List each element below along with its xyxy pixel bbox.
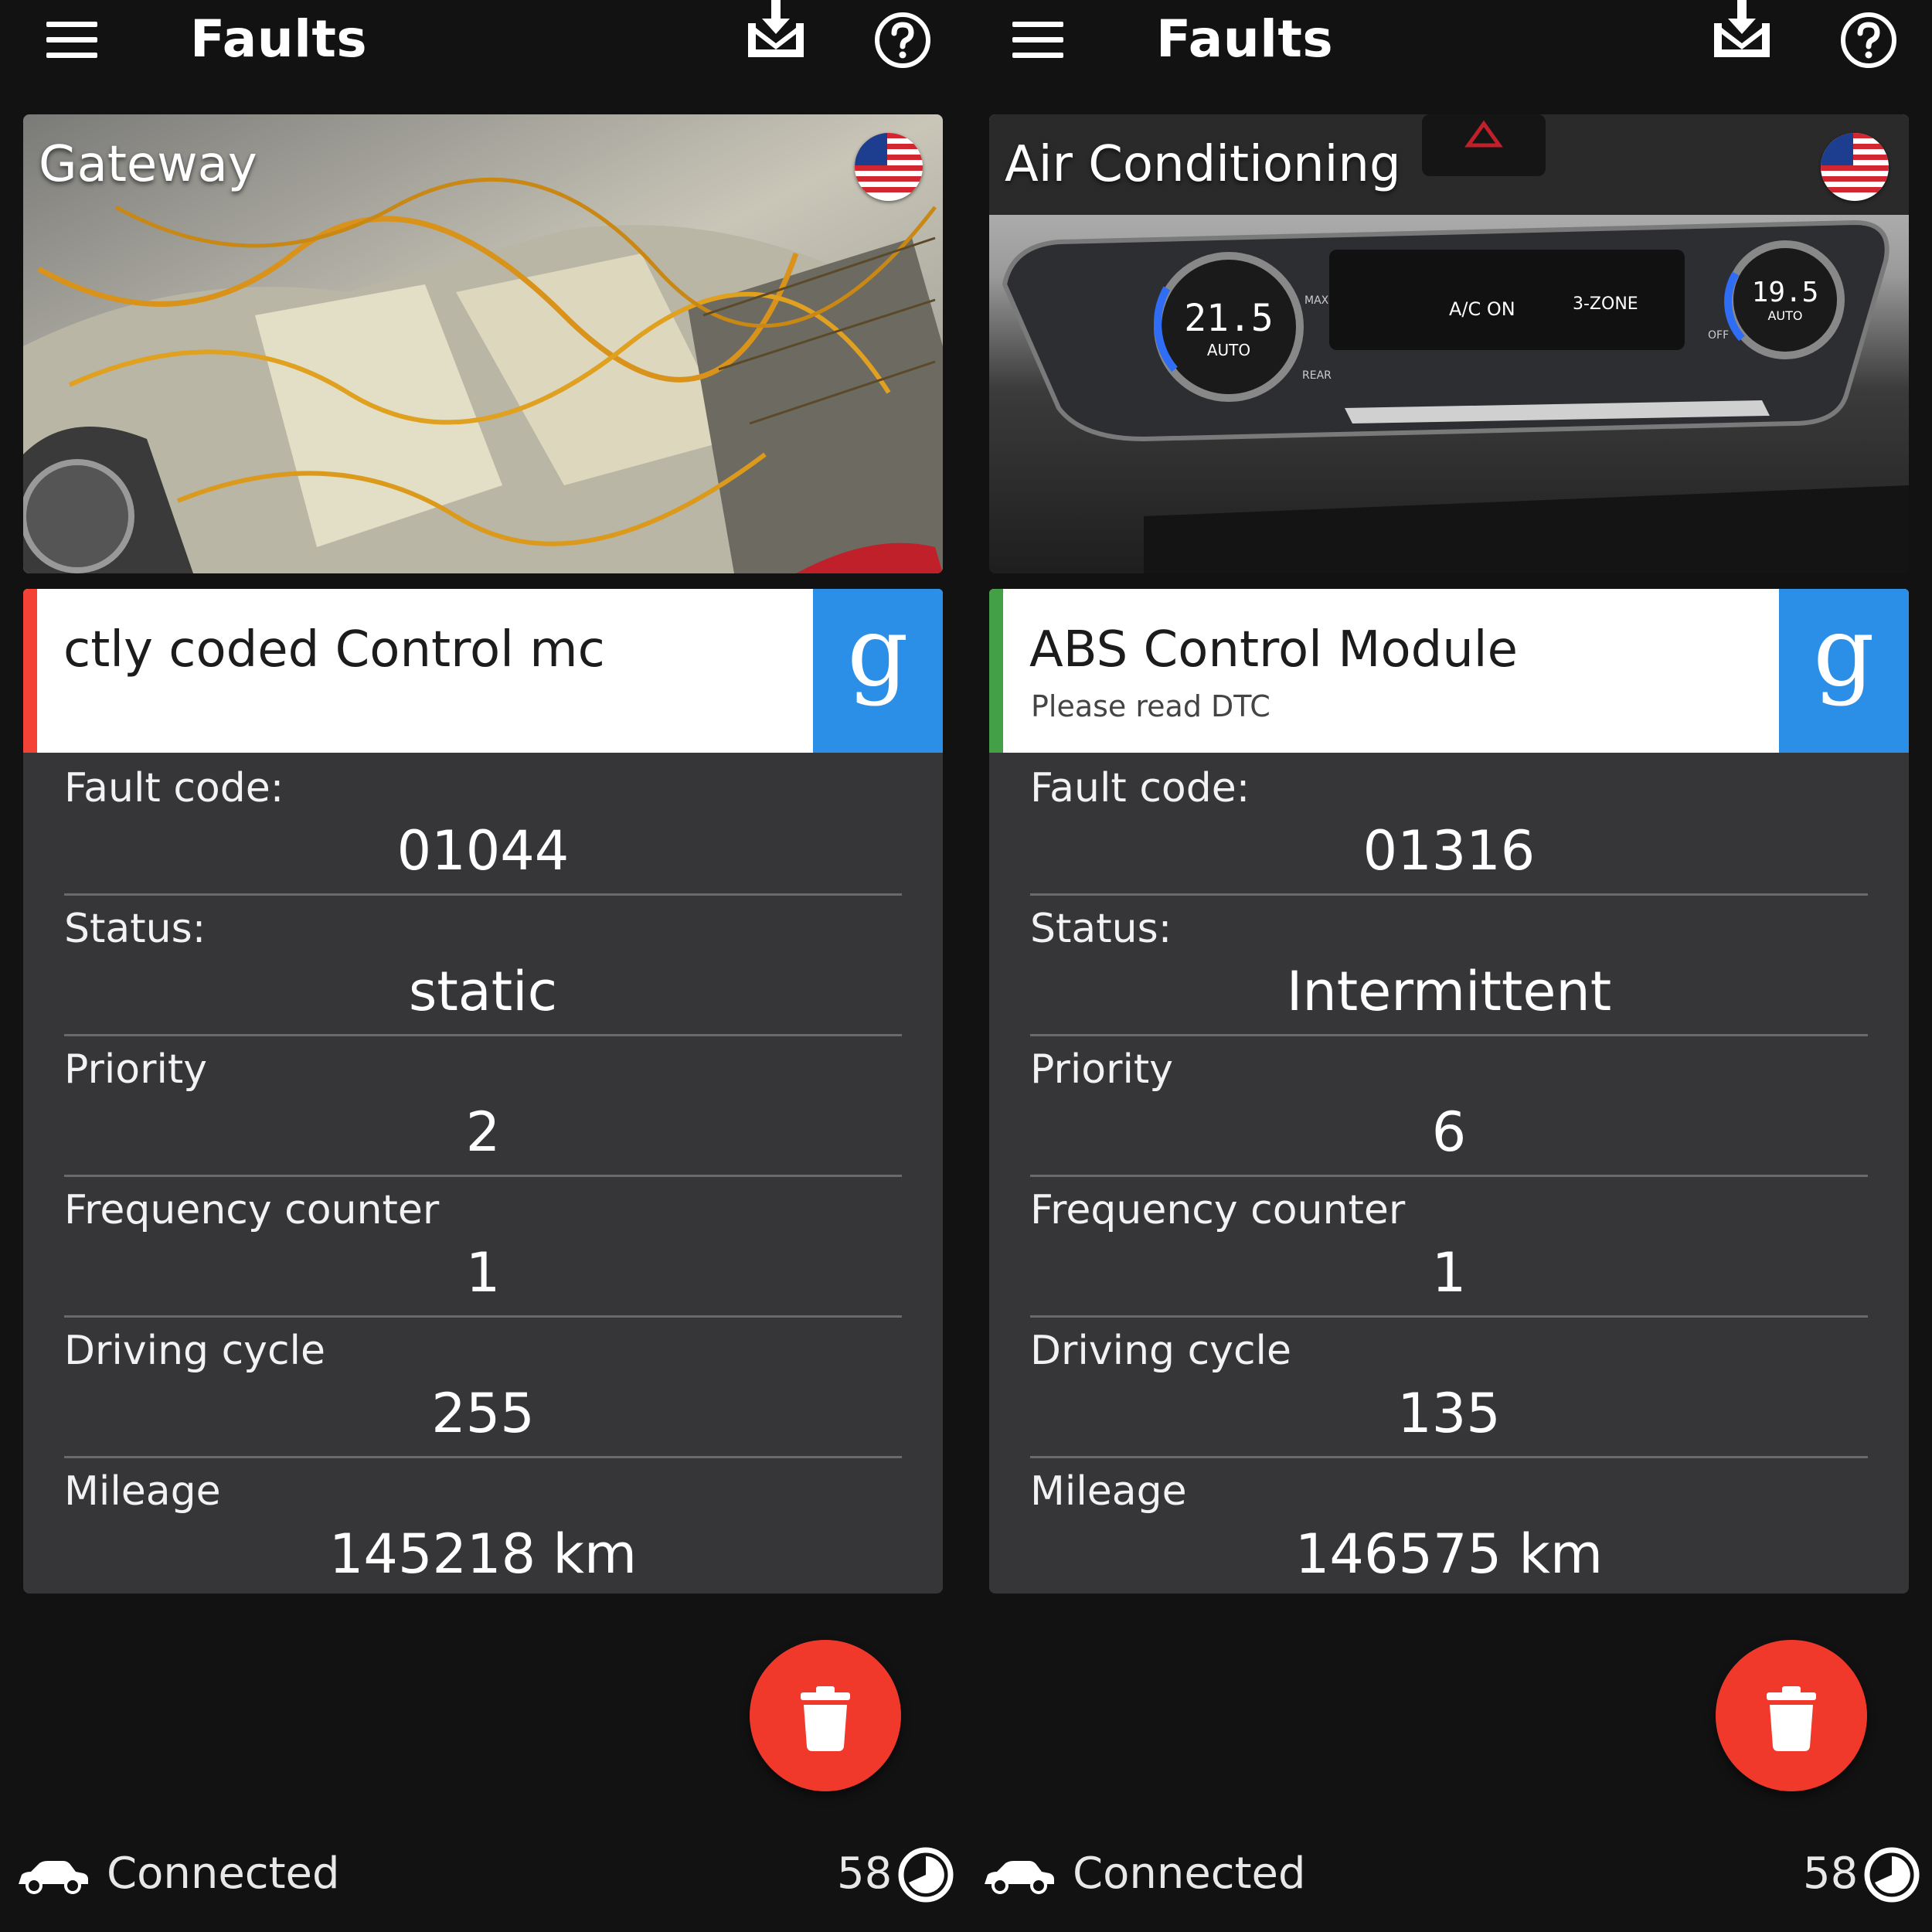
module-title: Gateway	[39, 136, 257, 193]
left-mode-display: AUTO	[1207, 341, 1250, 359]
menu-icon[interactable]	[1012, 22, 1063, 58]
field-value: 135	[1397, 1382, 1501, 1445]
field-label: Status:	[64, 906, 206, 952]
frequency-counter-row: Frequency counter 1	[64, 1175, 902, 1318]
off-label: OFF	[1708, 329, 1729, 342]
priority-row: Priority 2	[64, 1034, 902, 1177]
module-image[interactable]: Gateway	[23, 114, 943, 573]
field-label: Driving cycle	[1030, 1328, 1291, 1374]
field-value: 2	[465, 1100, 501, 1164]
module-title: Air Conditioning	[1005, 136, 1401, 193]
mail-download-icon[interactable]	[743, 0, 808, 62]
field-label: Mileage	[1030, 1468, 1187, 1515]
rear-label: REAR	[1302, 369, 1332, 382]
field-label: Priority	[1030, 1046, 1174, 1093]
connection-label: Connected	[107, 1849, 340, 1899]
app-bar: Faults	[0, 0, 966, 85]
field-value: static	[408, 960, 558, 1023]
fault-code-row: Fault code: 01316	[1030, 753, 1868, 896]
field-value: Intermittent	[1286, 960, 1612, 1023]
field-value: 1	[1431, 1241, 1467, 1304]
menu-icon[interactable]	[46, 22, 97, 58]
field-value: 145218 km	[328, 1522, 638, 1586]
status-row: Status: Intermittent	[1030, 893, 1868, 1036]
driving-cycle-row: Driving cycle 135	[1030, 1315, 1868, 1458]
status-row: Status: static	[64, 893, 902, 1036]
car-icon	[19, 1861, 88, 1894]
module-image[interactable]: 21.5 AUTO 19.5 AUTO A/C ON 3-ZONE MAX RE…	[989, 114, 1909, 573]
field-value: 01044	[396, 819, 570, 883]
faults-screen-gateway: Faults Gateway ctly coded Control mc g F…	[0, 0, 966, 1932]
help-circle-icon[interactable]	[873, 11, 932, 70]
field-label: Fault code:	[64, 765, 284, 811]
fault-details: Fault code: 01316 Status: Intermittent P…	[989, 753, 1909, 1594]
google-search-button[interactable]: g	[813, 589, 943, 753]
field-label: Fault code:	[1030, 765, 1250, 811]
field-label: Frequency counter	[64, 1187, 440, 1233]
right-mode-display: AUTO	[1767, 308, 1802, 323]
delete-fault-button[interactable]	[1716, 1640, 1867, 1791]
speedometer-icon	[898, 1847, 954, 1903]
module-subtitle: Please read DTC	[1031, 689, 1270, 723]
right-temp-display: 19.5	[1752, 277, 1819, 308]
counter-value: 58	[837, 1849, 893, 1899]
app-title: Faults	[1156, 9, 1334, 69]
counter-value: 58	[1803, 1849, 1859, 1899]
trash-icon	[1767, 1686, 1816, 1751]
fault-details: Fault code: 01044 Status: static Priorit…	[23, 753, 943, 1594]
app-title: Faults	[190, 9, 368, 69]
car-icon	[985, 1861, 1054, 1894]
priority-row: Priority 6	[1030, 1034, 1868, 1177]
connection-status-bar: Connected 58	[966, 1832, 1932, 1917]
driving-cycle-row: Driving cycle 255	[64, 1315, 902, 1458]
trash-icon	[801, 1686, 850, 1751]
frequency-counter-row: Frequency counter 1	[1030, 1175, 1868, 1318]
mileage-row: Mileage 146575 km	[1030, 1456, 1868, 1597]
faults-screen-air-conditioning: Faults 21.5 AUTO 19.5 AUTO A/C ON 3-ZONE…	[966, 0, 1932, 1932]
speedometer-icon	[1864, 1847, 1920, 1903]
status-indicator	[23, 589, 37, 753]
module-header[interactable]: ctly coded Control mc g	[23, 589, 943, 753]
us-flag-icon[interactable]	[1821, 133, 1889, 201]
help-circle-icon[interactable]	[1839, 11, 1898, 70]
google-icon: g	[1813, 597, 1875, 708]
module-name: ctly coded Control mc	[63, 621, 605, 679]
status-indicator	[989, 589, 1003, 753]
three-zone-label: 3-ZONE	[1573, 294, 1638, 314]
field-label: Driving cycle	[64, 1328, 325, 1374]
fault-code-row: Fault code: 01044	[64, 753, 902, 896]
mail-download-icon[interactable]	[1709, 0, 1774, 62]
google-search-button[interactable]: g	[1779, 589, 1909, 753]
field-label: Mileage	[64, 1468, 221, 1515]
max-label: MAX	[1304, 294, 1329, 307]
field-label: Frequency counter	[1030, 1187, 1406, 1233]
app-bar: Faults	[966, 0, 1932, 85]
field-value: 146575 km	[1294, 1522, 1604, 1586]
us-flag-icon[interactable]	[855, 133, 923, 201]
connection-label: Connected	[1073, 1849, 1306, 1899]
mileage-row: Mileage 145218 km	[64, 1456, 902, 1597]
ac-on-label: A/C ON	[1449, 298, 1515, 320]
google-icon: g	[847, 597, 909, 708]
field-value: 01316	[1362, 819, 1536, 883]
field-value: 1	[465, 1241, 501, 1304]
field-label: Status:	[1030, 906, 1172, 952]
field-value: 255	[431, 1382, 535, 1445]
delete-fault-button[interactable]	[750, 1640, 901, 1791]
field-value: 6	[1431, 1100, 1467, 1164]
module-header[interactable]: ABS Control Module Please read DTC g	[989, 589, 1909, 753]
field-label: Priority	[64, 1046, 208, 1093]
module-name-marquee: ctly coded Control mc	[37, 589, 836, 753]
connection-status-bar: Connected 58	[0, 1832, 966, 1917]
module-name: ABS Control Module	[1029, 621, 1518, 679]
left-temp-display: 21.5	[1184, 297, 1274, 340]
